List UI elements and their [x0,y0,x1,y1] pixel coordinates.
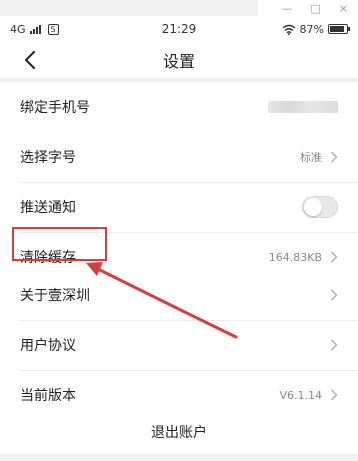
row-label: 推送通知 [20,200,76,216]
battery-percent: 87% [299,22,324,36]
row-user-agreement[interactable]: 用户协议 [0,320,358,370]
back-button[interactable] [18,48,42,72]
page-header: 设置 [0,42,358,78]
status-right: 87% [282,22,350,36]
row-label: 选择字号 [20,150,76,166]
row-label: 关于壹深圳 [20,288,90,304]
row-about[interactable]: 关于壹深圳 [0,270,358,320]
about-group: 关于壹深圳 用户协议 当前版本 V6.1.14 [0,270,358,420]
chevron-left-icon [25,51,35,69]
row-font-size[interactable]: 选择字号 标准 [0,132,358,182]
chevron-right-icon [331,289,338,301]
row-right [268,101,338,113]
logout-label: 退出账户 [151,425,207,441]
page-title: 设置 [162,52,195,71]
chevron-right-icon [331,339,338,351]
version-value: V6.1.14 [279,388,322,402]
status-bar: 4G S 21:29 87% [0,16,358,42]
chevron-right-icon [331,389,338,401]
settings-screen: — □ × 4G S 21:29 87% 设置 绑定手机号 选择字号 标准 推送… [0,0,358,461]
row-right [330,289,338,301]
chevron-right-icon [331,251,338,263]
row-label: 清除缓存 [20,250,76,266]
row-right [330,339,338,351]
cache-size-value: 164.83KB [268,250,322,264]
row-right: 标准 [300,149,338,165]
row-right [302,196,338,218]
battery-fill [330,26,344,32]
battery-icon [328,24,350,34]
row-right: V6.1.14 [279,389,338,402]
row-label: 用户协议 [20,338,76,354]
window-controls: — □ × [258,0,358,16]
row-push-notification: 推送通知 [0,182,358,232]
minimize-icon[interactable]: — [281,2,292,15]
close-icon[interactable]: × [339,2,348,15]
row-bind-phone[interactable]: 绑定手机号 [0,82,358,132]
maximize-icon[interactable]: □ [310,2,320,15]
font-size-value: 标准 [300,151,322,164]
logout-button[interactable]: 退出账户 [0,410,358,454]
toggle-knob [304,198,322,216]
chevron-right-icon [331,151,338,163]
row-right: 164.83KB [269,251,338,264]
row-label: 当前版本 [20,388,76,404]
push-notification-toggle[interactable] [302,196,338,218]
account-group: 绑定手机号 [0,82,358,132]
settings-group: 选择字号 标准 推送通知 清除缓存 164.83KB [0,132,358,282]
phone-number-masked [268,101,338,113]
row-label: 绑定手机号 [20,100,90,116]
wifi-icon [282,24,295,35]
